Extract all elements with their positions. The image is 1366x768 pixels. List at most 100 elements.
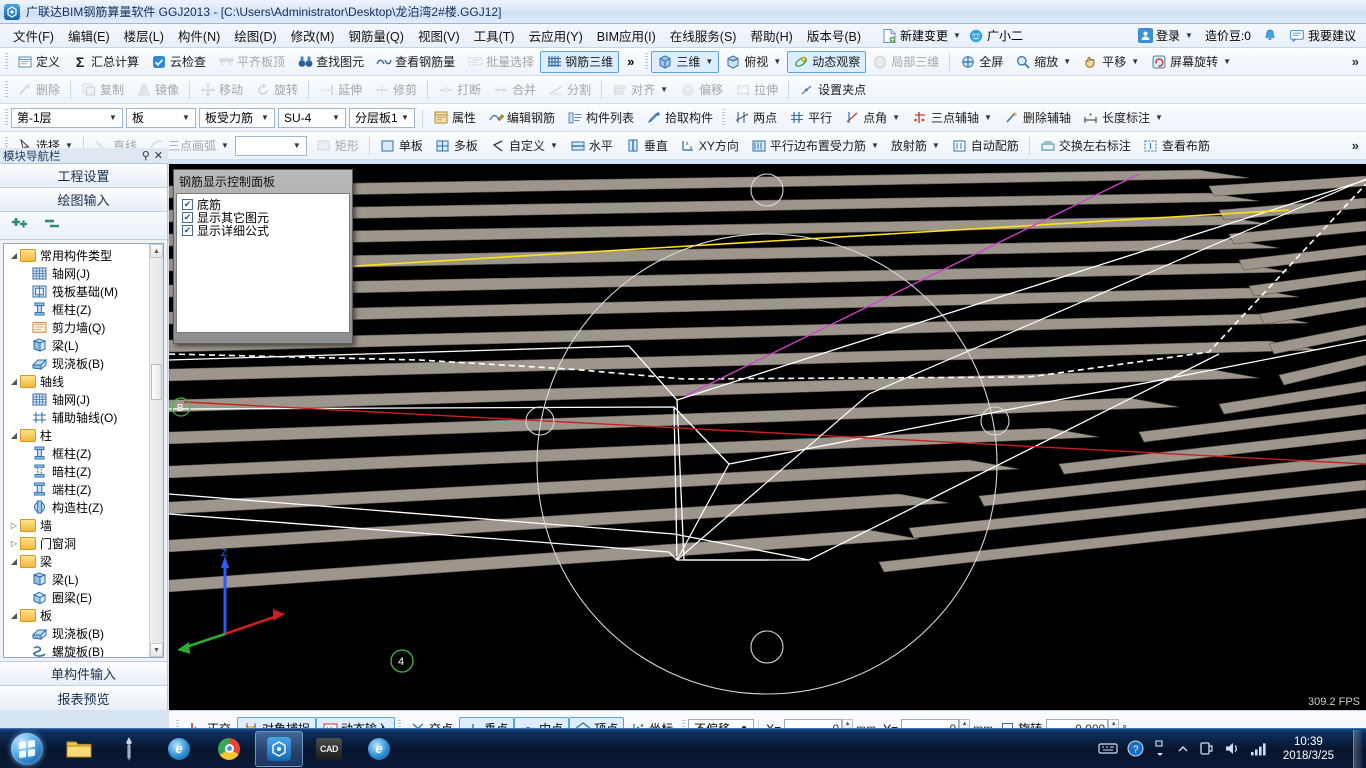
edit-merge-button[interactable]: 合并 [487, 79, 542, 101]
chevron-down-icon[interactable]: ▼ [953, 31, 961, 40]
edit-mirror-button[interactable]: 镜像 [130, 79, 185, 101]
parallel-edge-rebar-button[interactable]: 平行边布置受力筋 ▼ [745, 135, 885, 157]
edit-trim-button[interactable]: 修剪 [368, 79, 423, 101]
collapse-arrow-icon[interactable]: ◢ [8, 431, 20, 440]
horizontal-button[interactable]: 水平 [564, 135, 619, 157]
chevron-down-icon[interactable]: ▼ [892, 113, 900, 122]
suggestion-button[interactable]: 我要建议 [1286, 25, 1360, 46]
axis-toolbar-grip[interactable] [722, 108, 726, 127]
tree-folder[interactable]: ◢ 板 [4, 606, 149, 624]
chevron-down-icon[interactable]: ▼ [221, 141, 229, 150]
tree-item[interactable]: 剪力墙(Q) [4, 318, 149, 336]
toolbar-local-3d-button[interactable]: 局部三维 [866, 51, 945, 73]
toolbar-screen-rotate-button[interactable]: 屏幕旋转 ▼ [1145, 51, 1237, 73]
menu-version[interactable]: 版本号(B) [800, 23, 868, 48]
chevron-down-icon[interactable]: ▼ [660, 85, 668, 94]
rebar-display-control-panel[interactable]: 钢筋显示控制面板 ✔ 底筋 ✔ 显示其它图元 ✔ 显示详细公式 [173, 169, 353, 344]
tree-item[interactable]: 筏板基础(M) [4, 282, 149, 300]
taskbar-pen-button[interactable] [105, 731, 153, 767]
panel-report-preview-button[interactable]: 报表预览 [0, 686, 167, 710]
auto-rebar-button[interactable]: 自动配筋 [946, 135, 1025, 157]
xy-direction-button[interactable]: xy XY方向 [674, 135, 745, 157]
panel-single-component-input-button[interactable]: 单构件输入 [0, 662, 167, 686]
toolbar-grip[interactable] [5, 52, 8, 71]
component-type-select[interactable]: 板 ▼ [126, 107, 196, 128]
scrollbar-thumb[interactable] [151, 364, 162, 400]
show-other-elements-checkbox[interactable]: ✔ [182, 212, 193, 223]
menu-floor[interactable]: 楼层(L) [117, 23, 171, 48]
custom-shape-button[interactable]: 自定义 ▼ [484, 135, 564, 157]
rebar-option-row[interactable]: ✔ 显示详细公式 [182, 224, 344, 238]
tree-item[interactable]: 轴网(J) [4, 390, 149, 408]
tree-scrollbar[interactable]: ▲ ▼ [149, 244, 163, 657]
edit-delete-button[interactable]: 删除 [11, 79, 66, 101]
tree-folder[interactable]: ◢ 梁 [4, 552, 149, 570]
toolbar-cloud-check-button[interactable]: 云检查 [145, 51, 212, 73]
tree-folder[interactable]: ◢ 轴线 [4, 372, 149, 390]
floor-select[interactable]: 第-1层 ▼ [11, 107, 123, 128]
two-point-button[interactable]: 两点 [728, 107, 783, 129]
layer-select[interactable]: 分层板1 ▼ [349, 107, 415, 128]
toolbar-find-element-button[interactable]: 查找图元 [291, 51, 370, 73]
rectangle-tool-button[interactable]: 矩形 [310, 135, 365, 157]
tree-item[interactable]: 构造柱(Z) [4, 498, 149, 516]
chevron-down-icon[interactable]: ▼ [258, 113, 272, 122]
edit-break-button[interactable]: 打断 [432, 79, 487, 101]
properties-button[interactable]: 属性 [427, 107, 482, 129]
chevron-down-icon[interactable]: ▼ [398, 113, 412, 122]
chevron-down-icon[interactable]: ▼ [1223, 57, 1231, 66]
remove-icon[interactable] [42, 216, 64, 235]
toolbar-define-button[interactable]: 定义 [11, 51, 66, 73]
scroll-up-icon[interactable]: ▲ [150, 244, 163, 258]
drawing-canvas[interactable]: B 4 Z 309.2 FPS 钢筋显示控制面板 ✔ 底筋 ✔ 显示其它图元 ✔… [169, 164, 1366, 710]
view-rebar-button[interactable]: 查看布筋 [1137, 135, 1216, 157]
chevron-down-icon[interactable]: ▼ [984, 113, 992, 122]
component-list-button[interactable]: 构件列表 [561, 107, 640, 129]
login-button[interactable]: 登录 ▼ [1134, 25, 1197, 46]
menu-draw[interactable]: 绘图(D) [227, 23, 283, 48]
pick-component-button[interactable]: 拾取构件 [640, 107, 719, 129]
edit-split-button[interactable]: 分割 [542, 79, 597, 101]
radial-rebar-button[interactable]: 放射筋 ▼ [885, 135, 946, 157]
toolbar-pan-button[interactable]: 平移 ▼ [1077, 51, 1145, 73]
expand-arrow-icon[interactable]: ▷ [8, 539, 20, 548]
add-icon[interactable] [10, 216, 32, 235]
new-change-button[interactable]: 新建变更 ▼ [878, 25, 965, 46]
tree-item[interactable]: 框柱(Z) [4, 444, 149, 462]
edit-set-grip-button[interactable]: 设置夹点 [793, 79, 872, 101]
show-desktop-button[interactable] [1353, 729, 1362, 768]
scroll-down-icon[interactable]: ▼ [150, 643, 163, 657]
tree-folder[interactable]: ◢ 常用构件类型 [4, 246, 149, 264]
multi-slab-button[interactable]: 多板 [429, 135, 484, 157]
toolbar-3d-view-button[interactable]: 三维 ▼ [651, 50, 720, 73]
edit-stretch-button[interactable]: 拉伸 [729, 79, 784, 101]
chevron-down-icon[interactable]: ▼ [1155, 113, 1163, 122]
tree-folder[interactable]: ▷ 墙 [4, 516, 149, 534]
edit-rotate-button[interactable]: 旋转 [249, 79, 304, 101]
help-icon[interactable]: ? [1127, 740, 1144, 757]
draw-toolbar-overflow[interactable]: » [1345, 138, 1366, 153]
tree-item[interactable]: 辅助轴线(O) [4, 408, 149, 426]
delete-axis-button[interactable]: 删除辅轴 [998, 107, 1077, 129]
edit-copy-button[interactable]: 复制 [75, 79, 130, 101]
toolbar-summary-calc-button[interactable]: Σ 汇总计算 [66, 51, 145, 73]
vertical-button[interactable]: 垂直 [619, 135, 674, 157]
taskbar-glodon-button[interactable] [255, 730, 303, 767]
chevron-down-icon[interactable]: ▼ [773, 57, 781, 66]
chevron-down-icon[interactable]: ▼ [290, 141, 304, 150]
toolbar-view-rebar-qty-button[interactable]: 查看钢筋量 [370, 51, 461, 73]
tree-item[interactable]: 螺旋板(B) [4, 642, 149, 657]
toolbar-batch-select-button[interactable]: 批量选择 [461, 51, 540, 73]
tree-item[interactable]: 圈梁(E) [4, 588, 149, 606]
chevron-down-icon[interactable]: ▼ [932, 141, 940, 150]
tree-item[interactable]: 轴网(J) [4, 264, 149, 282]
swap-dimension-button[interactable]: 交换左右标注 [1034, 135, 1137, 157]
taskbar-cad-button[interactable]: CAD [305, 731, 353, 767]
menu-online-service[interactable]: 在线服务(S) [663, 23, 744, 48]
collapse-arrow-icon[interactable]: ◢ [8, 251, 20, 260]
chevron-down-icon[interactable]: ▼ [1131, 57, 1139, 66]
tree-item[interactable]: 梁(L) [4, 570, 149, 588]
menu-rebar-qty[interactable]: 钢筋量(Q) [341, 23, 411, 48]
bottom-rebar-checkbox[interactable]: ✔ [182, 199, 193, 210]
tree-folder[interactable]: ▷ 门窗洞 [4, 534, 149, 552]
